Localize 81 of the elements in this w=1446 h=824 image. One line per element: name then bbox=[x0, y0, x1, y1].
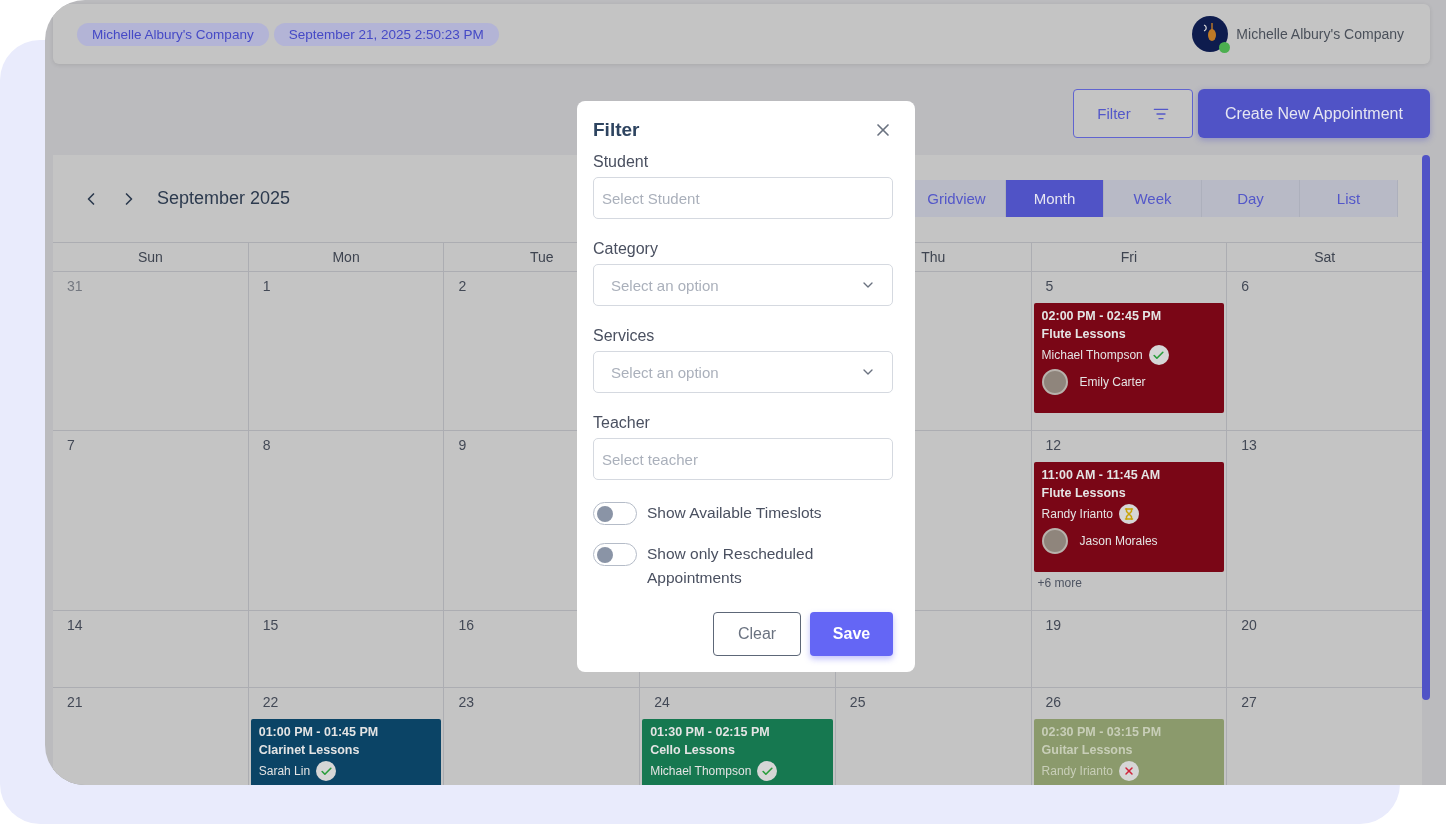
day-number: 20 bbox=[1241, 617, 1257, 633]
field-label: Student bbox=[593, 153, 649, 171]
save-button[interactable]: Save bbox=[810, 612, 893, 656]
weekday-header: Mon bbox=[248, 243, 444, 271]
appointment-time: 01:00 PM - 01:45 PM bbox=[258, 725, 379, 739]
appointment-card[interactable]: 02:00 PM - 02:45 PM Flute Lessons Michael Thompson Emily Carter bbox=[1033, 303, 1225, 413]
weekday-header: Sat bbox=[1227, 243, 1422, 271]
student-name: Sarah Lin bbox=[258, 764, 311, 778]
clear-button[interactable]: Clear bbox=[713, 612, 801, 656]
appointment-card[interactable]: 11:00 AM - 11:45 AM Flute Lessons Randy Irianto Jason Morales bbox=[1033, 462, 1225, 572]
day-number: 14 bbox=[67, 617, 83, 633]
view-tab[interactable]: List bbox=[1300, 180, 1398, 217]
student-name: Michael Thompson bbox=[650, 764, 752, 778]
student-name: Michael Thompson bbox=[1041, 348, 1143, 362]
student-name: Randy Irianto bbox=[1041, 764, 1113, 778]
day-number: 9 bbox=[458, 437, 467, 453]
day-number: 13 bbox=[1241, 437, 1257, 453]
toggle-switch[interactable] bbox=[593, 543, 637, 566]
appointment-time: 11:00 AM - 11:45 AM bbox=[1041, 468, 1161, 482]
day-number: 31 bbox=[67, 278, 83, 294]
toggle-switch[interactable] bbox=[593, 502, 637, 525]
filter-button[interactable]: Filter bbox=[1073, 89, 1193, 138]
day-number: 25 bbox=[849, 694, 866, 710]
appointment-time: 02:30 PM - 03:15 PM bbox=[1041, 725, 1162, 739]
day-number: 22 bbox=[262, 694, 279, 710]
view-tab[interactable]: Day bbox=[1202, 180, 1300, 217]
view-tab[interactable]: Week bbox=[1104, 180, 1202, 217]
appointment-time: 02:00 PM - 02:45 PM bbox=[1041, 309, 1162, 323]
day-number: 5 bbox=[1045, 278, 1054, 294]
account-name: Michelle Albury's Company bbox=[1236, 26, 1404, 42]
check-icon bbox=[316, 761, 337, 781]
input-field[interactable]: Select teacher bbox=[593, 438, 893, 480]
teacher-name: Emily Carter bbox=[1079, 375, 1146, 389]
day-number: 19 bbox=[1045, 617, 1062, 633]
lesson-title: Guitar Lessons bbox=[1041, 743, 1133, 757]
day-number: 24 bbox=[654, 694, 670, 710]
lesson-title: Flute Lessons bbox=[1041, 486, 1126, 500]
month-title: September 2025 bbox=[157, 188, 291, 209]
info-chip: September 21, 2025 2:50:23 PM bbox=[273, 22, 499, 46]
day-number: 6 bbox=[1241, 278, 1250, 294]
field-label: Services bbox=[593, 327, 655, 345]
appointment-card[interactable]: 01:00 PM - 01:45 PM Clarinet Lessons Sarah Lin bbox=[250, 719, 442, 785]
day-number: 23 bbox=[458, 694, 474, 710]
scrollbar[interactable] bbox=[1422, 155, 1430, 700]
toggle-label: Show only Rescheduled Appointments bbox=[647, 544, 815, 588]
day-number: 27 bbox=[1241, 694, 1257, 710]
avatar-placeholder bbox=[1041, 369, 1068, 395]
field-label: Teacher bbox=[593, 414, 650, 432]
day-number: 7 bbox=[67, 437, 75, 453]
input-field[interactable]: Select Student bbox=[593, 177, 893, 219]
day-number: 2 bbox=[458, 278, 467, 294]
lesson-title: Cello Lessons bbox=[650, 743, 735, 757]
violin-logo-icon bbox=[1192, 16, 1229, 52]
avatar-placeholder bbox=[1041, 528, 1068, 554]
create-appointment-button[interactable]: Create New Appointment bbox=[1198, 89, 1430, 138]
select-field[interactable]: Select an option bbox=[593, 264, 893, 306]
student-name: Randy Irianto bbox=[1041, 507, 1113, 521]
day-number: 21 bbox=[67, 694, 83, 710]
appointment-time: 01:30 PM - 02:15 PM bbox=[650, 725, 770, 739]
day-number: 16 bbox=[458, 617, 474, 633]
info-chip: Michelle Albury's Company bbox=[77, 22, 269, 46]
weekday-header: Fri bbox=[1031, 243, 1227, 271]
check-icon bbox=[1148, 345, 1169, 365]
dialog-title: Filter bbox=[593, 119, 640, 141]
lesson-title: Clarinet Lessons bbox=[258, 743, 360, 757]
day-number: 1 bbox=[262, 278, 271, 294]
day-number: 26 bbox=[1045, 694, 1062, 710]
view-tab[interactable]: Month bbox=[1006, 180, 1104, 217]
appointment-card[interactable]: 01:30 PM - 02:15 PM Cello Lessons Michael Thompson bbox=[642, 719, 833, 785]
teacher-name: Jason Morales bbox=[1079, 534, 1158, 548]
day-number: 8 bbox=[262, 437, 271, 453]
toggle-label: Show Available Timeslots bbox=[647, 503, 822, 523]
weekday-header: Sun bbox=[53, 243, 248, 271]
hourglass-icon bbox=[1118, 504, 1139, 524]
cross-icon bbox=[1118, 761, 1139, 781]
day-number: 12 bbox=[1045, 437, 1062, 453]
day-number: 15 bbox=[262, 617, 279, 633]
check-icon bbox=[757, 761, 778, 781]
more-link[interactable]: +6 more bbox=[1037, 576, 1082, 590]
lesson-title: Flute Lessons bbox=[1041, 327, 1126, 341]
select-field[interactable]: Select an option bbox=[593, 351, 893, 393]
